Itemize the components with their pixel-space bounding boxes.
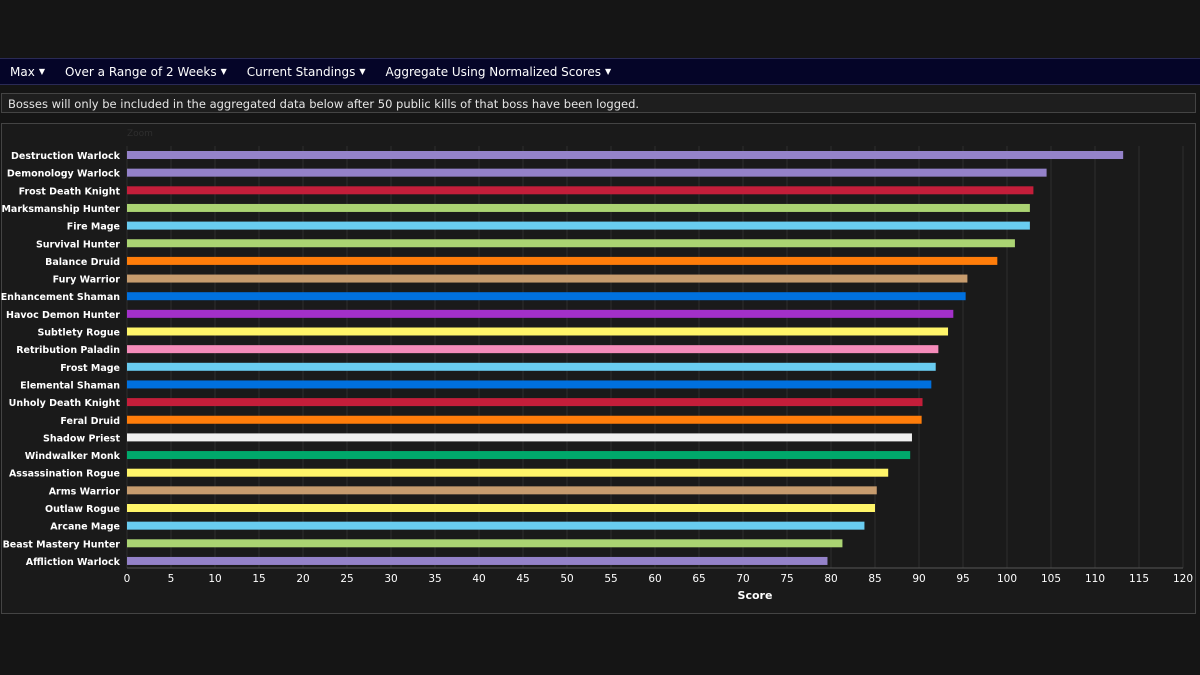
bar-chart: Destruction Warlock Demonology Warlock Fro…: [1, 146, 1193, 602]
category-label: Shadow Priest: [43, 433, 120, 444]
x-tick-label: 40: [472, 573, 485, 585]
x-tick-label: 55: [604, 573, 617, 585]
bar[interactable]: [127, 274, 968, 283]
bar[interactable]: [127, 398, 923, 407]
bar[interactable]: [127, 451, 911, 460]
bar[interactable]: [127, 415, 922, 424]
bar[interactable]: [127, 309, 954, 318]
category-label: Frost Death Knight: [19, 186, 121, 197]
x-tick-label: 110: [1085, 573, 1105, 585]
category-label: Elemental Shaman: [20, 380, 120, 391]
x-tick-label: 80: [824, 573, 837, 585]
bar[interactable]: [127, 239, 1015, 248]
x-tick-label: 50: [560, 573, 573, 585]
category-label: Unholy Death Knight: [9, 398, 121, 409]
x-tick-label: 90: [912, 573, 925, 585]
category-label: Marksmanship Hunter: [1, 204, 120, 215]
x-tick-label: 105: [1041, 573, 1061, 585]
bar[interactable]: [127, 380, 932, 389]
category-label: Beast Mastery Hunter: [3, 539, 121, 550]
bar[interactable]: [127, 292, 966, 301]
category-label: Destruction Warlock: [11, 151, 121, 162]
category-label: Assassination Rogue: [9, 469, 120, 480]
category-label: Survival Hunter: [36, 239, 120, 250]
bar[interactable]: [127, 345, 939, 354]
x-tick-label: 85: [868, 573, 881, 585]
x-tick-label: 0: [124, 573, 131, 585]
bar[interactable]: [127, 539, 843, 548]
bar[interactable]: [127, 186, 1034, 195]
category-label: Frost Mage: [60, 363, 120, 374]
bar[interactable]: [127, 221, 1030, 230]
category-label: Havoc Demon Hunter: [6, 310, 120, 321]
x-tick-label: 25: [340, 573, 353, 585]
x-tick-label: 100: [997, 573, 1017, 585]
category-label: Subtlety Rogue: [37, 328, 120, 339]
bar[interactable]: [127, 168, 1047, 177]
x-tick-label: 5: [168, 573, 175, 585]
bar[interactable]: [127, 362, 936, 371]
bar[interactable]: [127, 521, 865, 530]
category-label: Arms Warrior: [49, 486, 121, 497]
x-tick-label: 115: [1129, 573, 1149, 585]
x-tick-label: 75: [780, 573, 793, 585]
bar[interactable]: [127, 433, 912, 442]
category-label: Arcane Mage: [50, 522, 120, 533]
category-label: Fury Warrior: [53, 275, 121, 286]
category-label: Balance Druid: [45, 257, 120, 268]
category-label: Fire Mage: [67, 222, 120, 233]
x-tick-label: 15: [252, 573, 265, 585]
bar[interactable]: [127, 256, 998, 265]
bar[interactable]: [127, 151, 1124, 159]
bar[interactable]: [127, 556, 828, 565]
category-label: Affliction Warlock: [26, 557, 121, 568]
x-tick-label: 70: [736, 573, 749, 585]
category-label: Windwalker Monk: [25, 451, 121, 462]
x-tick-label: 35: [428, 573, 441, 585]
x-tick-label: 95: [956, 573, 969, 585]
x-axis-title: Score: [738, 589, 773, 602]
x-tick-label: 60: [648, 573, 661, 585]
bar[interactable]: [127, 486, 877, 495]
bar[interactable]: [127, 504, 875, 512]
x-tick-label: 30: [384, 573, 397, 585]
x-tick-label: 120: [1173, 573, 1193, 585]
category-label: Outlaw Rogue: [45, 504, 120, 515]
x-tick-label: 45: [516, 573, 529, 585]
category-label: Demonology Warlock: [7, 169, 121, 180]
x-tick-label: 10: [208, 573, 221, 585]
x-tick-label: 20: [296, 573, 309, 585]
category-label: Feral Druid: [60, 416, 120, 427]
bar[interactable]: [127, 468, 889, 477]
x-tick-label: 65: [692, 573, 705, 585]
category-label: Retribution Paladin: [16, 345, 120, 356]
bar[interactable]: [127, 327, 949, 336]
bar[interactable]: [127, 203, 1030, 212]
category-label: Enhancement Shaman: [1, 292, 121, 303]
